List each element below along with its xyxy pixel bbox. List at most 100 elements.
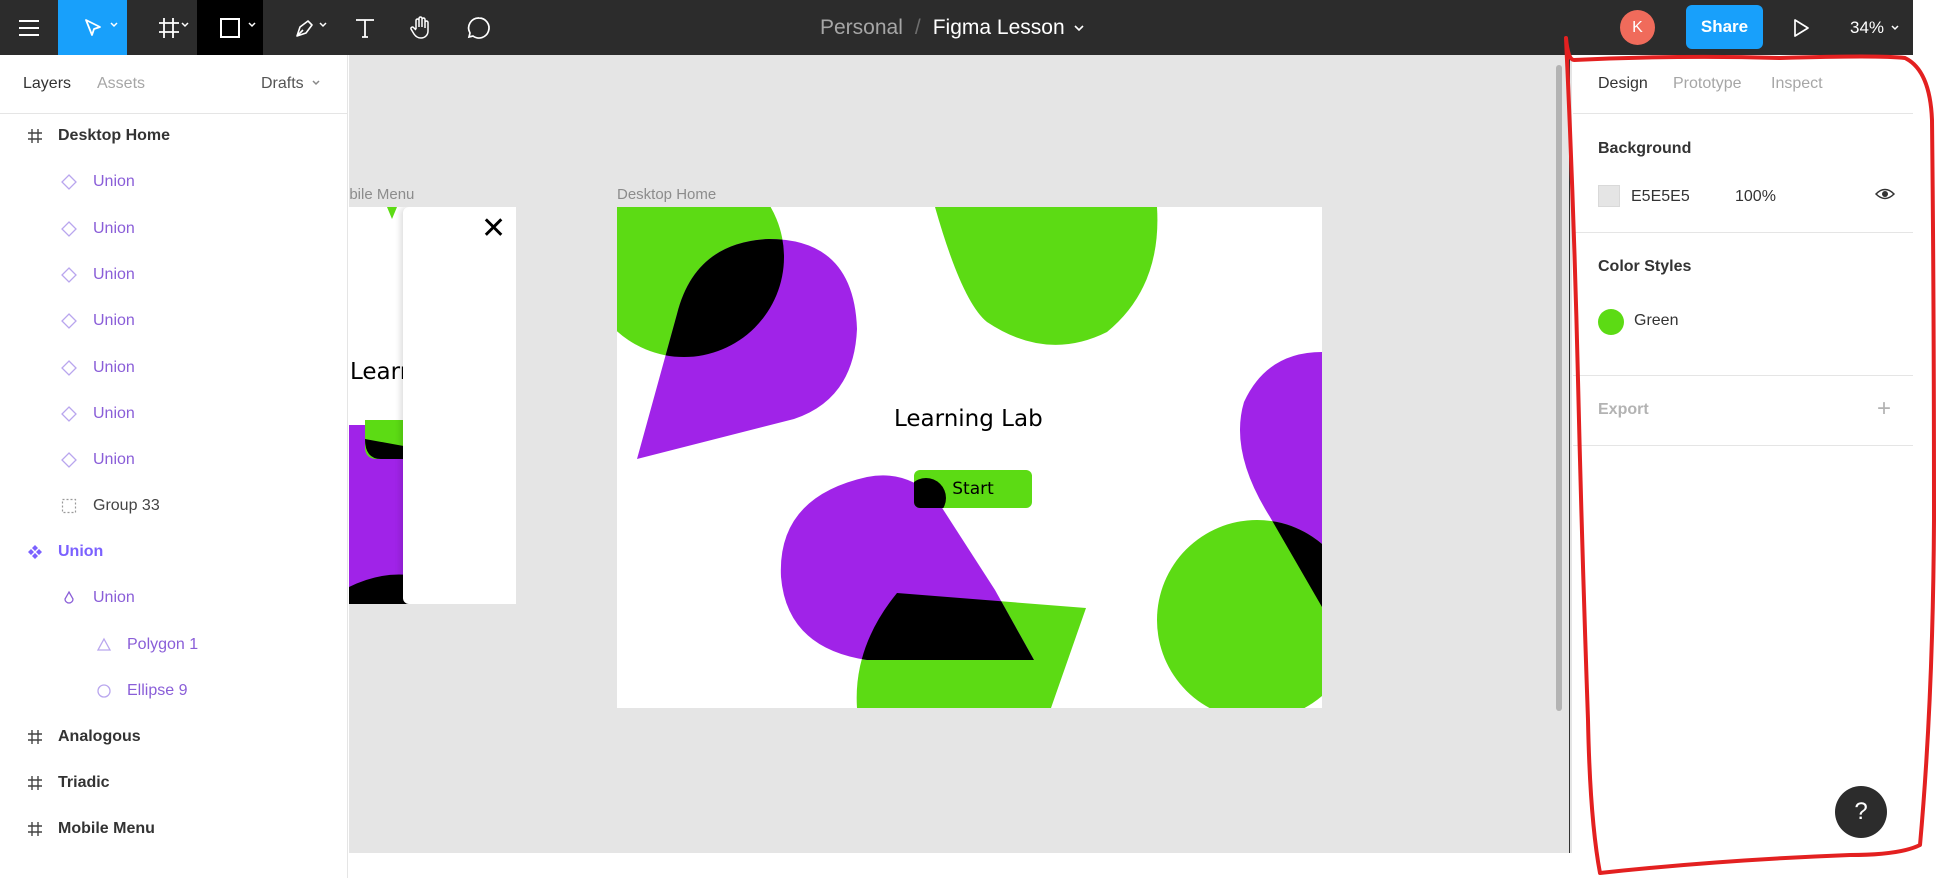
union-icon (59, 172, 79, 192)
layer-union[interactable]: Union (0, 391, 348, 437)
canvas[interactable]: obile Menu Desktop Home Learr ✕ (349, 55, 1572, 853)
chevron-down-icon (110, 22, 118, 28)
union-icon (59, 404, 79, 424)
background-swatch[interactable] (1598, 185, 1620, 207)
share-button[interactable]: Share (1686, 5, 1763, 49)
frame-icon (25, 727, 45, 747)
layer-frame-triadic[interactable]: Triadic (0, 760, 348, 806)
rectangle-tool-icon (220, 17, 240, 38)
rectangle-tool-button[interactable] (197, 0, 263, 55)
ellipse-icon (94, 681, 114, 701)
background-section-title: Background (1598, 140, 1692, 157)
pen-tool-icon (296, 19, 313, 37)
desktop-frame-label[interactable]: Desktop Home (617, 186, 716, 203)
tab-inspect[interactable]: Inspect (1771, 75, 1823, 93)
layer-polygon-1[interactable]: Polygon 1 (0, 622, 348, 668)
tab-layers[interactable]: Layers (23, 75, 71, 93)
file-name[interactable]: Figma Lesson (933, 16, 1065, 40)
help-button[interactable]: ? (1835, 786, 1887, 838)
hand-tool-button[interactable] (402, 0, 440, 55)
layer-union[interactable]: Union (0, 298, 348, 344)
color-styles-title: Color Styles (1598, 258, 1692, 275)
layer-union[interactable]: Union (0, 252, 348, 298)
layer-label: Mobile Menu (58, 820, 155, 837)
layers-panel: Layers Assets Drafts Desktop Home Union … (0, 55, 348, 878)
layer-frame-analogous[interactable]: Analogous (0, 714, 348, 760)
desktop-artwork (617, 207, 1322, 708)
color-style-name[interactable]: Green (1634, 312, 1678, 330)
layer-label: Triadic (58, 774, 110, 791)
desktop-home-frame[interactable]: Learning Lab Start (617, 207, 1322, 708)
layer-ellipse-9[interactable]: Ellipse 9 (0, 668, 348, 714)
union-icon (59, 311, 79, 331)
canvas-scrollbar[interactable] (1556, 65, 1562, 711)
figma-app: Personal / Figma Lesson K Share 34% Laye… (0, 0, 1953, 878)
eye-icon[interactable] (1875, 186, 1895, 202)
layer-union[interactable]: Union (0, 437, 348, 483)
layer-component-union[interactable]: Union (0, 529, 348, 575)
design-panel: Design Prototype Inspect Background E5E5… (1573, 55, 1913, 878)
project-name[interactable]: Personal (820, 16, 903, 40)
file-title[interactable]: Personal / Figma Lesson (820, 0, 1085, 55)
pen-tool-button[interactable] (278, 0, 332, 55)
mobile-menu-frame[interactable]: Learr ✕ (349, 207, 516, 604)
zoom-dropdown[interactable]: 34% (1850, 0, 1900, 55)
close-icon[interactable]: ✕ (481, 211, 506, 246)
layer-union[interactable]: Union (0, 159, 348, 205)
layer-label: Union (58, 543, 104, 560)
frame-tool-icon (159, 17, 179, 38)
export-section-title: Export (1598, 401, 1649, 418)
union-icon (59, 358, 79, 378)
zoom-level: 34% (1850, 17, 1885, 37)
move-tool-button[interactable] (58, 0, 127, 55)
design-panel-tabs: Design Prototype Inspect (1573, 55, 1913, 114)
frame-icon (25, 819, 45, 839)
background-hex-input[interactable]: E5E5E5 (1631, 188, 1690, 206)
tab-prototype[interactable]: Prototype (1673, 75, 1741, 93)
layer-frame-desktop-home[interactable]: Desktop Home (0, 113, 348, 159)
layers-panel-tabs: Layers Assets Drafts (0, 55, 348, 114)
text-tool-button[interactable] (347, 0, 383, 55)
title-separator: / (914, 15, 921, 39)
tab-assets[interactable]: Assets (97, 75, 145, 93)
hand-tool-icon (410, 15, 429, 39)
start-button-shadow-shape (914, 478, 946, 508)
start-button[interactable]: Start (914, 470, 1032, 508)
avatar[interactable]: K (1620, 10, 1655, 45)
chevron-down-icon (248, 22, 256, 28)
section-divider (1573, 445, 1913, 446)
layer-frame-mobile-menu[interactable]: Mobile Menu (0, 806, 348, 852)
toolbar: Personal / Figma Lesson K Share 34% (0, 0, 1913, 55)
comment-tool-icon (467, 16, 490, 39)
layer-label: Union (93, 359, 135, 376)
layer-group-33[interactable]: Group 33 (0, 483, 348, 529)
chevron-down-icon (319, 22, 327, 28)
plus-icon[interactable]: + (1877, 395, 1891, 423)
desktop-title: Learning Lab (894, 406, 1043, 432)
frame-icon (25, 773, 45, 793)
color-style-swatch-green[interactable] (1598, 309, 1624, 335)
layer-label: Group 33 (93, 497, 160, 514)
mobile-frame-label[interactable]: obile Menu (349, 186, 414, 203)
chevron-down-icon[interactable] (1073, 22, 1085, 34)
mobile-menu-drawer: ✕ (403, 207, 516, 604)
frame-icon (25, 126, 45, 146)
layer-union[interactable]: Union (0, 206, 348, 252)
window-edge (1913, 0, 1953, 878)
layer-label: Union (93, 451, 135, 468)
group-icon (59, 496, 79, 516)
union-icon (59, 219, 79, 239)
tab-design[interactable]: Design (1598, 75, 1648, 93)
menu-icon[interactable] (0, 0, 57, 55)
frame-tool-button[interactable] (139, 0, 199, 55)
page-dropdown[interactable]: Drafts (261, 75, 321, 93)
start-button-label: Start (952, 479, 994, 499)
union-droplet-icon (59, 588, 79, 608)
layer-union[interactable]: Union (0, 345, 348, 391)
layer-label: Desktop Home (58, 127, 171, 144)
present-button[interactable] (1790, 0, 1812, 55)
layer-label: Union (93, 266, 135, 283)
layer-union[interactable]: Union (0, 575, 348, 621)
background-opacity-input[interactable]: 100% (1735, 188, 1776, 206)
comment-tool-button[interactable] (460, 0, 498, 55)
